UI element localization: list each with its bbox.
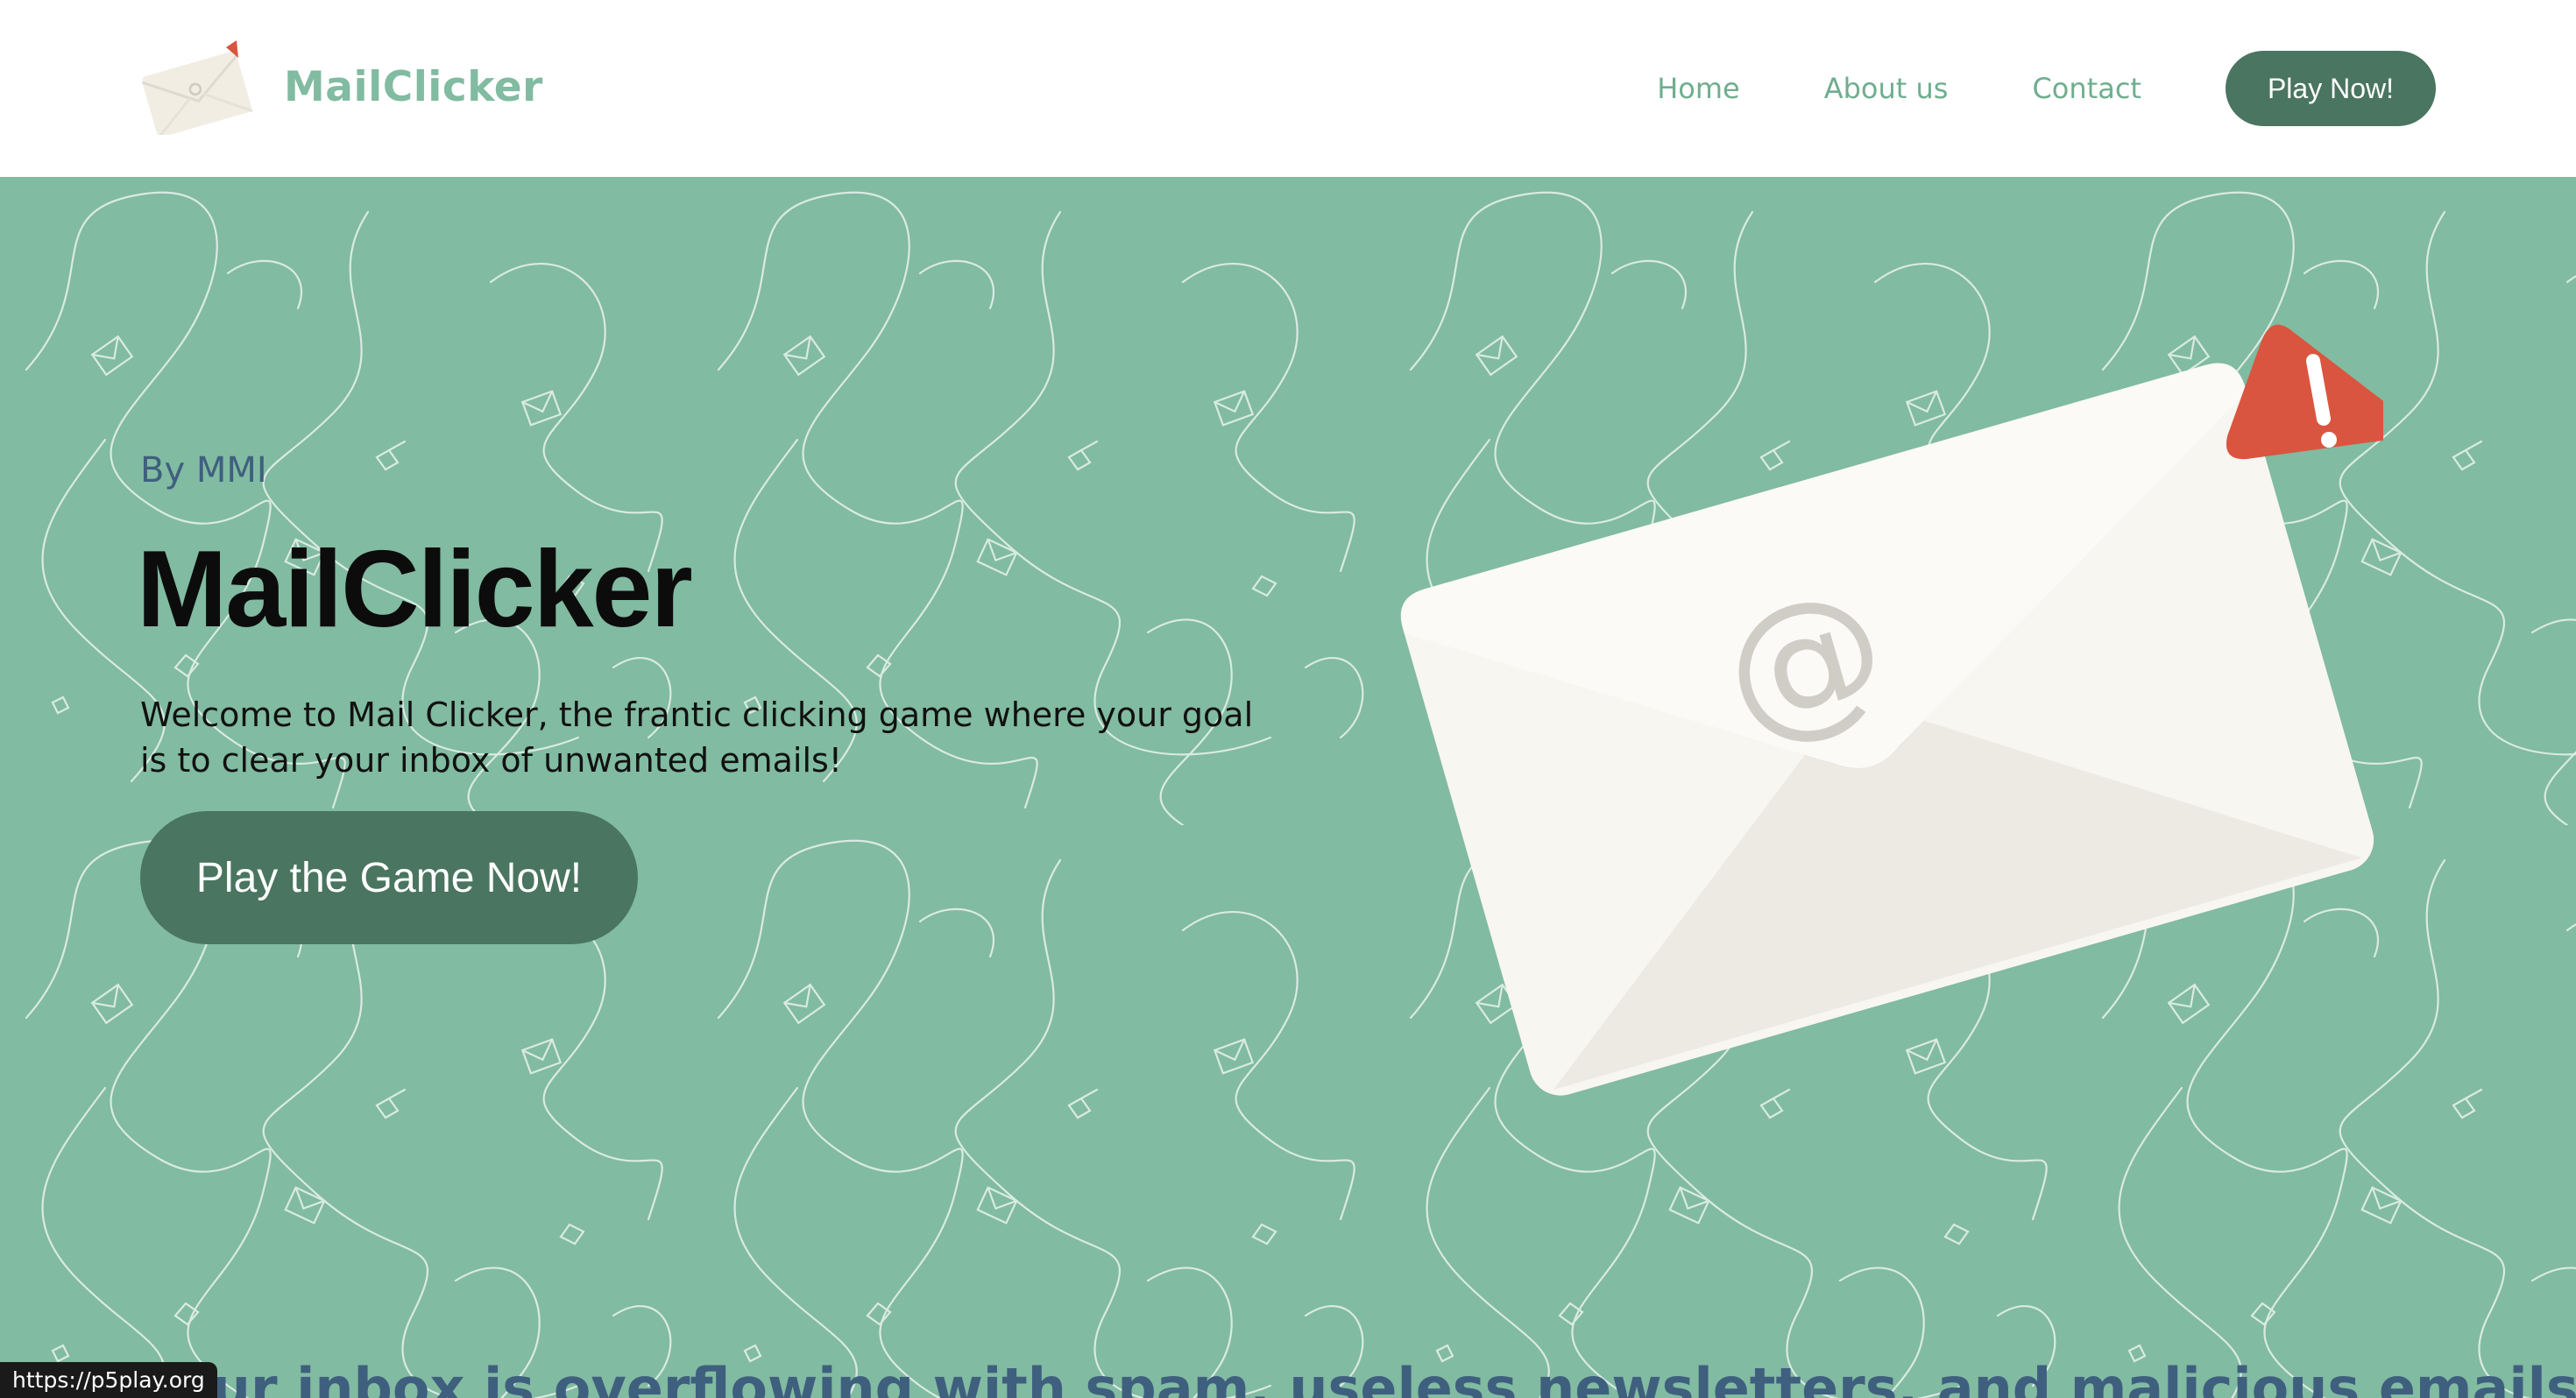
status-bar-url: https://p5play.org xyxy=(0,1362,217,1398)
hero-teaser-text: Your inbox is overflowing with spam, use… xyxy=(140,1356,2576,1398)
hero-byline: By MMI xyxy=(140,450,267,491)
hero-title: MailClicker xyxy=(137,529,693,650)
play-now-button[interactable]: Play Now! xyxy=(2225,51,2436,126)
site-header: MailClicker Home About us Contact Play N… xyxy=(0,0,2576,177)
hero-section: By MMI MailClicker Welcome to Mail Click… xyxy=(0,177,2576,1398)
brand-name: MailClicker xyxy=(284,62,543,111)
nav-contact-link[interactable]: Contact xyxy=(2032,72,2141,105)
envelope-alert-icon: @ xyxy=(1400,324,2383,1096)
nav-about-link[interactable]: About us xyxy=(1824,72,1949,105)
hero-description: Welcome to Mail Clicker, the frantic cli… xyxy=(140,695,1254,780)
main-nav: Home About us Contact Play Now! xyxy=(1657,51,2436,126)
brand[interactable]: MailClicker xyxy=(138,39,543,135)
envelope-logo-icon xyxy=(141,40,252,135)
play-game-button[interactable]: Play the Game Now! xyxy=(140,811,638,944)
nav-home-link[interactable]: Home xyxy=(1657,72,1740,105)
